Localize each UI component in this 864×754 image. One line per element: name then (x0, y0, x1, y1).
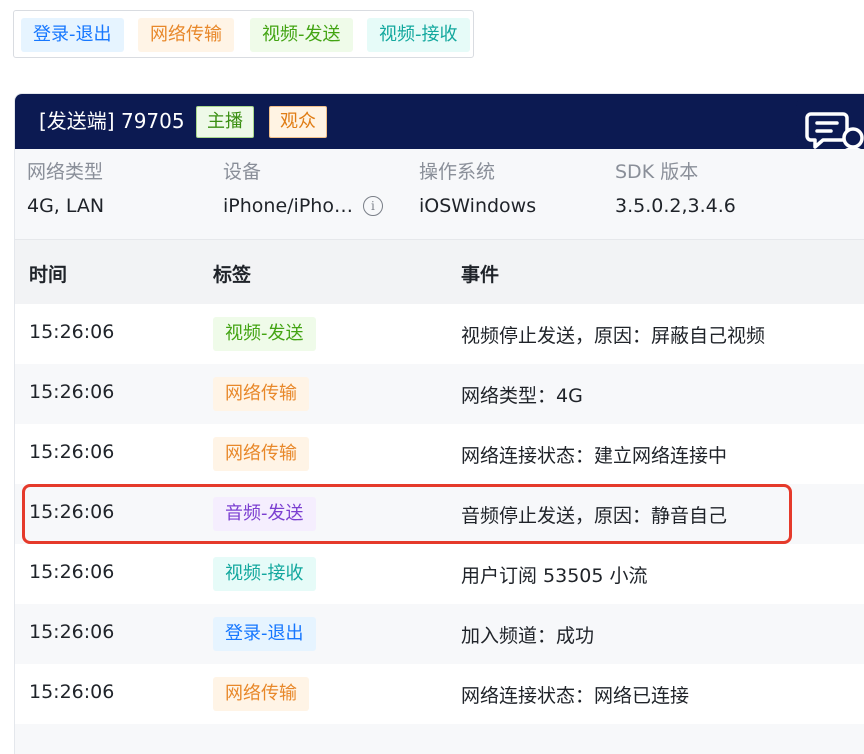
os: 操作系统 iOSWindows (419, 159, 536, 219)
device: 设备 iPhone/iPho… i (223, 159, 383, 219)
os-value: iOSWindows (419, 195, 537, 217)
network-type-label: 网络类型 (27, 161, 104, 183)
column-header-tag: 标签 (213, 264, 252, 286)
audience-badge: 观众 (269, 106, 327, 138)
table-row[interactable]: 15:26:06 网络传输 网络连接状态：建立网络连接中 (15, 424, 864, 484)
table-row[interactable]: 15:26:06 网络传输 网络连接状态：网络已连接 (15, 664, 864, 724)
table-row[interactable]: 15:26:06 网络传输 网络类型：4G (15, 364, 864, 424)
table-row[interactable]: 15:26:06 视频-发送 视频停止发送，原因：屏蔽自己视频 (15, 304, 864, 364)
filter-video-send[interactable]: 视频-发送 (250, 18, 353, 52)
device-label: 设备 (223, 161, 262, 183)
event-description: 加入频道：成功 (461, 625, 595, 647)
network-type: 网络类型 4G, LAN (27, 159, 104, 219)
event-tag: 视频-发送 (213, 317, 316, 351)
event-tag: 音频-发送 (213, 497, 316, 531)
user-role-id: [发送端] 79705 (39, 109, 185, 133)
filter-login-logout[interactable]: 登录-退出 (21, 18, 124, 52)
event-description: 音频停止发送，原因：静音自己 (461, 505, 728, 527)
column-header-time: 时间 (29, 264, 68, 286)
event-description: 网络连接状态：建立网络连接中 (461, 445, 728, 467)
event-description: 用户订阅 53505 小流 (461, 565, 648, 587)
event-tag: 网络传输 (213, 677, 309, 711)
table-row[interactable]: 15:26:06 视频-接收 用户订阅 53505 小流 (15, 544, 864, 604)
host-badge: 主播 (196, 106, 254, 138)
event-tag: 网络传输 (213, 377, 309, 411)
event-description: 视频停止发送，原因：屏蔽自己视频 (461, 325, 766, 347)
device-value-row: iPhone/iPho… i (223, 193, 383, 219)
event-time: 15:26:06 (29, 321, 115, 343)
user-event-panel: [发送端] 79705 主播 观众 网络类型 4G, LAN 设备 iPhone… (14, 93, 864, 754)
table-header: 时间 标签 事件 (15, 239, 864, 304)
table-row-partial (15, 724, 864, 754)
sdk-version-label: SDK 版本 (615, 161, 699, 183)
column-header-event: 事件 (461, 264, 500, 286)
network-type-value: 4G, LAN (27, 195, 105, 217)
event-description: 网络类型：4G (461, 385, 583, 407)
event-table: 时间 标签 事件 15:26:06 视频-发送 视频停止发送，原因：屏蔽自己视频… (15, 239, 864, 754)
client-info: 网络类型 4G, LAN 设备 iPhone/iPho… i 操作系统 iOSWi… (15, 149, 864, 239)
filter-network[interactable]: 网络传输 (138, 18, 234, 52)
event-time: 15:26:06 (29, 381, 115, 403)
event-time: 15:26:06 (29, 681, 115, 703)
filter-video-receive[interactable]: 视频-接收 (367, 18, 470, 52)
device-value: iPhone/iPho… (223, 195, 353, 217)
table-row[interactable]: 15:26:06 音频-发送 音频停止发送，原因：静音自己 (15, 484, 864, 544)
os-label: 操作系统 (419, 161, 496, 183)
sdk-version-value: 3.5.0.2,3.4.6 (615, 195, 736, 217)
event-tag: 网络传输 (213, 437, 309, 471)
panel-header: [发送端] 79705 主播 观众 (15, 94, 864, 149)
event-time: 15:26:06 (29, 441, 115, 463)
event-time: 15:26:06 (29, 501, 115, 523)
table-row[interactable]: 15:26:06 登录-退出 加入频道：成功 (15, 604, 864, 664)
event-tag: 视频-接收 (213, 557, 316, 591)
event-tag: 登录-退出 (213, 617, 316, 651)
filter-bar: 登录-退出 网络传输 视频-发送 视频-接收 (13, 10, 474, 58)
info-icon[interactable]: i (362, 196, 383, 216)
sdk-version: SDK 版本 3.5.0.2,3.4.6 (615, 159, 736, 219)
event-time: 15:26:06 (29, 621, 115, 643)
event-time: 15:26:06 (29, 561, 115, 583)
event-description: 网络连接状态：网络已连接 (461, 685, 690, 707)
